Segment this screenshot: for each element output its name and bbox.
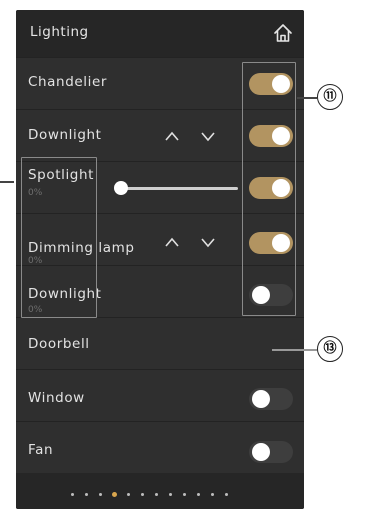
page-dot[interactable]: [155, 493, 158, 496]
page-dot[interactable]: [211, 493, 214, 496]
toggle-knob: [252, 390, 270, 408]
slider-thumb[interactable]: [114, 181, 128, 195]
toggle-highlight-box: [242, 62, 296, 316]
chevron-down-icon[interactable]: [200, 236, 216, 248]
fan-toggle[interactable]: [249, 441, 293, 463]
doorbell-leader-line: [272, 349, 317, 351]
row-label: Doorbell: [28, 336, 90, 352]
page-dot-active[interactable]: [112, 492, 117, 497]
window-toggle[interactable]: [249, 388, 293, 410]
brightness-slider[interactable]: [120, 187, 238, 190]
page-dot[interactable]: [85, 493, 88, 496]
row-label: Downlight: [28, 127, 102, 143]
page-title: Lighting: [30, 24, 89, 40]
header: Lighting: [16, 10, 304, 57]
page-dot[interactable]: [71, 493, 74, 496]
page-dot[interactable]: [169, 493, 172, 496]
toggles-leader-line: [297, 97, 317, 99]
page-dot[interactable]: [197, 493, 200, 496]
row-label: Window: [28, 390, 85, 406]
page-indicator[interactable]: [16, 481, 304, 509]
page-dot[interactable]: [127, 493, 130, 496]
callout-13: ⑬: [317, 336, 343, 362]
chevron-down-icon[interactable]: [200, 130, 216, 142]
label-highlight-box: [21, 157, 97, 318]
row-label: Chandelier: [28, 74, 108, 90]
toggle-knob: [252, 443, 270, 461]
home-icon[interactable]: [272, 22, 294, 44]
left-leader-line: [0, 181, 14, 183]
page-dot[interactable]: [225, 493, 228, 496]
page-dot[interactable]: [99, 493, 102, 496]
chevron-up-icon[interactable]: [164, 236, 180, 248]
row-label: Fan: [28, 442, 54, 458]
row-window: Window: [16, 369, 304, 421]
row-doorbell[interactable]: Doorbell: [16, 317, 304, 369]
page-dot[interactable]: [183, 493, 186, 496]
page-dot[interactable]: [141, 493, 144, 496]
chevron-up-icon[interactable]: [164, 130, 180, 142]
row-fan: Fan: [16, 421, 304, 473]
callout-11: ⑪: [317, 84, 343, 110]
